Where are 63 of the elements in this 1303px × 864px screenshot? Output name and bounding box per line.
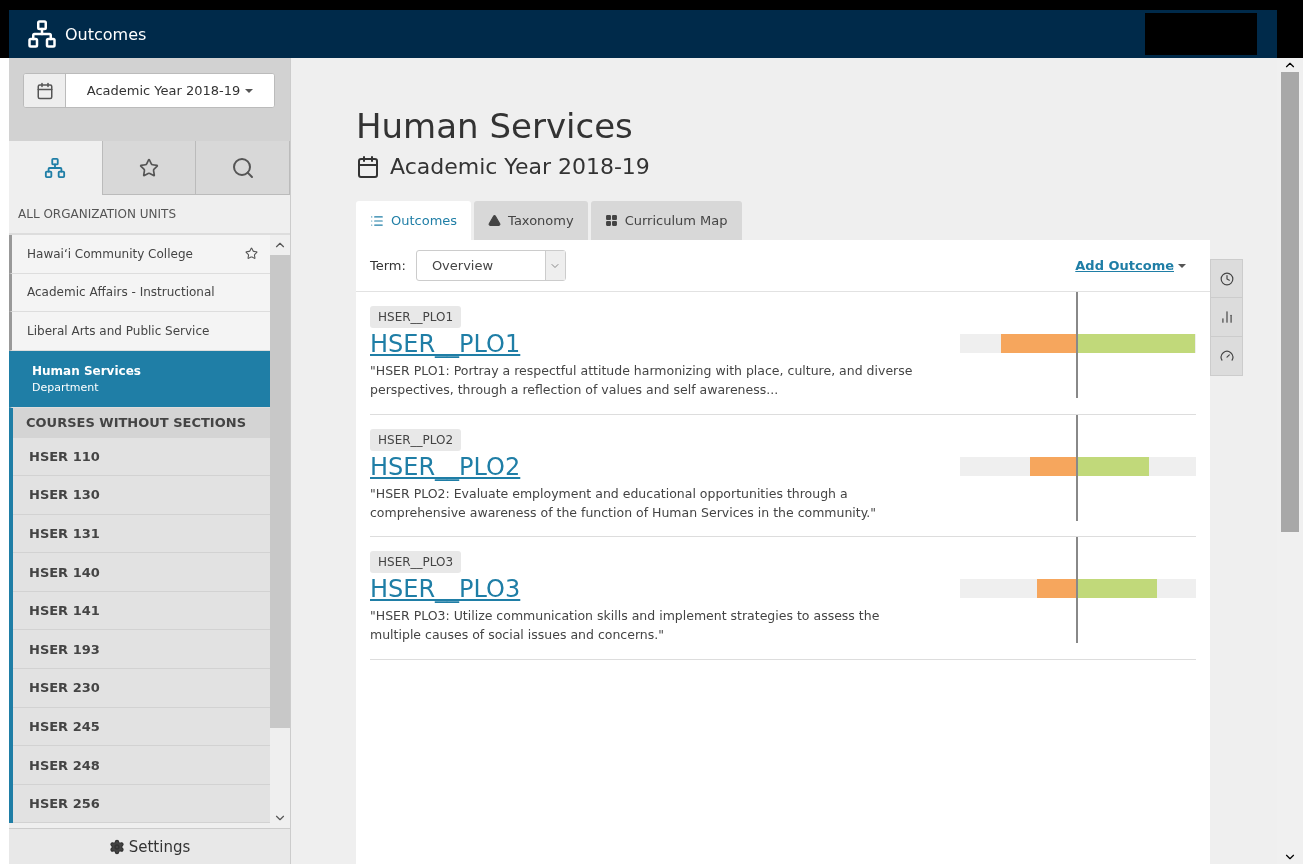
- star-icon[interactable]: [245, 247, 258, 261]
- settings-icon: [108, 838, 125, 855]
- org-unit-name: Hawaiʻi Community College: [27, 246, 193, 261]
- outcome-description: "HSER PLO3: Utilize communication skills and implement strategies to assess the multiple causes of social issues and concerns.": [370, 607, 881, 644]
- org-unit-item[interactable]: Liberal Arts and Public Service: [9, 312, 270, 351]
- hierarchy-icon: [44, 157, 67, 179]
- logo-icon: [27, 19, 57, 49]
- org-unit-type: Department: [32, 380, 100, 394]
- course-item[interactable]: HSER 131: [13, 514, 270, 554]
- history-button[interactable]: [1210, 259, 1243, 298]
- course-item[interactable]: HSER 140: [13, 553, 270, 592]
- courses-header: COURSES WITHOUT SECTIONS: [26, 415, 246, 430]
- content-tab[interactable]: Taxonomy: [474, 201, 588, 240]
- grid-icon: [604, 214, 618, 227]
- pyramid-icon: [488, 214, 502, 227]
- outcome-link[interactable]: HSER__PLO1: [370, 330, 521, 358]
- page-scrollbar[interactable]: [1277, 58, 1303, 864]
- term-label: Term:: [370, 258, 406, 273]
- org-unit-item[interactable]: Hawaiʻi Community College: [9, 235, 270, 274]
- gauge-icon: [1219, 349, 1234, 363]
- sidebar-tab[interactable]: [196, 141, 290, 195]
- org-unit-item[interactable]: Human Services Department: [9, 350, 270, 408]
- course-item[interactable]: HSER 230: [13, 669, 270, 708]
- chart-button[interactable]: [1210, 298, 1243, 337]
- page-title: Human Services: [356, 106, 634, 146]
- outcome-description: "HSER PLO2: Evaluate employment and educational opportunities through a comprehensive awareness of the function of Human Services in the community.": [370, 484, 878, 522]
- outcome-description: "HSER PLO1: Portray a respectful attitude harmonizing with place, culture, and diverse perspectives, through a reflection of values and self awareness...: [370, 362, 914, 399]
- clock-icon: [1219, 271, 1234, 286]
- term-dropdown[interactable]: Overview: [415, 250, 566, 281]
- list-icon: [370, 213, 384, 228]
- calendar-icon: [35, 81, 54, 100]
- org-unit-item[interactable]: Academic Affairs - Instructional: [9, 273, 270, 312]
- outcome-link[interactable]: HSER__PLO3: [370, 575, 521, 603]
- search-icon: [230, 155, 255, 180]
- course-item[interactable]: HSER 141: [13, 591, 270, 631]
- course-item[interactable]: HSER 245: [13, 707, 270, 747]
- app-title: Outcomes: [65, 24, 148, 44]
- section-label: ALL ORGANIZATION UNITS: [18, 207, 177, 221]
- content-tab[interactable]: Curriculum Map: [590, 201, 742, 240]
- outcome-link[interactable]: HSER__PLO2: [370, 452, 521, 481]
- course-item[interactable]: HSER 130: [13, 476, 270, 515]
- org-unit-name: Academic Affairs - Instructional: [27, 285, 215, 300]
- settings-button[interactable]: Settings: [9, 828, 290, 864]
- course-item[interactable]: HSER 256: [13, 784, 270, 824]
- year-selector[interactable]: Academic Year 2018-19: [23, 73, 275, 108]
- org-unit-name: Liberal Arts and Public Service: [27, 323, 210, 338]
- bar-chart-icon: [1219, 310, 1234, 324]
- gauge-button[interactable]: [1210, 337, 1243, 376]
- content-tab[interactable]: Outcomes: [356, 201, 472, 240]
- course-item[interactable]: HSER 193: [13, 630, 270, 670]
- org-unit-name: Human Services: [32, 363, 141, 378]
- outcome-tag: HSER__PLO3: [370, 551, 462, 573]
- star-icon: [139, 157, 159, 178]
- calendar-icon: [356, 154, 380, 179]
- add-outcome-link[interactable]: Add Outcome: [1075, 258, 1186, 273]
- page-subtitle: Academic Year 2018-19: [390, 154, 650, 179]
- caret-icon: [245, 88, 254, 93]
- course-item[interactable]: HSER 110: [13, 437, 270, 477]
- sidebar-tab[interactable]: [102, 141, 197, 195]
- outcome-tag: HSER__PLO1: [370, 306, 462, 328]
- course-item[interactable]: HSER 248: [13, 746, 270, 785]
- sidebar-tab[interactable]: [9, 141, 103, 195]
- outcome-tag: HSER__PLO2: [370, 428, 462, 451]
